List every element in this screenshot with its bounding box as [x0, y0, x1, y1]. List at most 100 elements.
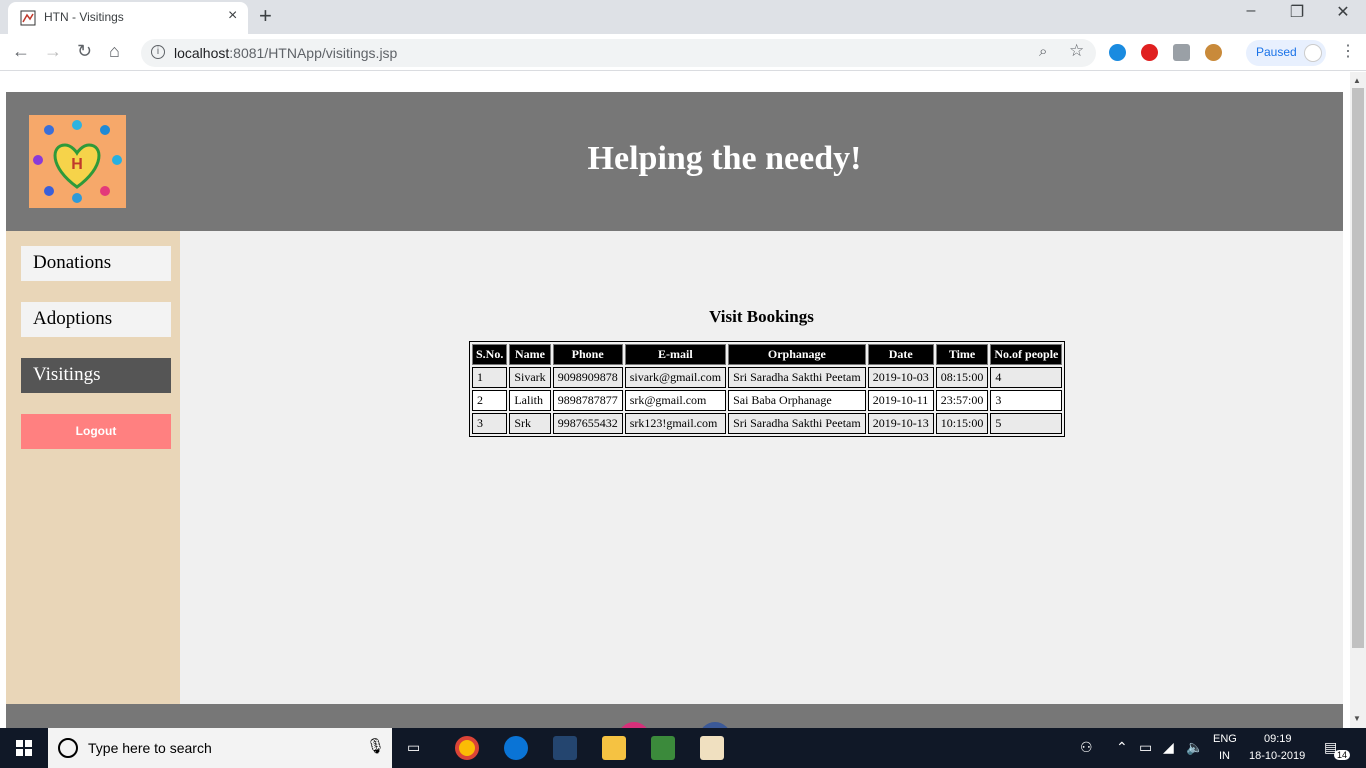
- people-icon[interactable]: ⚇: [1080, 739, 1093, 756]
- scroll-up-icon[interactable]: ▲: [1353, 76, 1361, 85]
- table-row: 2 Lalith 9898787877 srk@gmail.com Sai Ba…: [472, 390, 1063, 411]
- table-cell: 2019-10-11: [867, 390, 934, 411]
- table-cell: 2019-10-13: [867, 413, 934, 434]
- visit-bookings-table: S.No. Name Phone E-mail Orphanage Date T…: [469, 341, 1066, 437]
- table-cell: 1: [472, 367, 508, 388]
- table-cell: 08:15:00: [935, 367, 989, 388]
- column-header: Orphanage: [728, 344, 866, 365]
- site-title: Helping the needy!: [587, 140, 862, 177]
- tab-title: HTN - Visitings: [44, 10, 124, 24]
- cookie-extension-icon[interactable]: [1205, 44, 1222, 61]
- column-header: No.of people: [990, 344, 1063, 365]
- reload-icon[interactable]: ↻: [77, 41, 92, 62]
- table-cell: Sri Saradha Sakthi Peetam: [728, 413, 866, 434]
- minimize-icon[interactable]: –: [1228, 2, 1274, 20]
- table-cell: Sri Saradha Sakthi Peetam: [728, 367, 866, 388]
- cortana-icon: [58, 738, 78, 758]
- back-icon[interactable]: ←: [12, 41, 30, 62]
- url-path: :8081/HTNApp/visitings.jsp: [229, 45, 398, 61]
- taskbar: Type here to search 🎙 ▭ ⚇ ⌃ ▭ ◢ 🔈 ENG IN…: [0, 728, 1366, 768]
- table-cell: 3: [990, 390, 1063, 411]
- tray-chevron-icon[interactable]: ⌃: [1116, 739, 1128, 756]
- scroll-thumb[interactable]: [1352, 88, 1364, 648]
- site-info-icon[interactable]: i: [151, 45, 165, 59]
- column-header: E-mail: [624, 344, 727, 365]
- sidebar: Donations Adoptions Visitings Logout: [6, 231, 180, 704]
- column-header: Name: [509, 344, 551, 365]
- table-cell: 10:15:00: [935, 413, 989, 434]
- table-cell: Lalith: [509, 390, 551, 411]
- browser-tab[interactable]: HTN - Visitings ×: [8, 2, 248, 34]
- chrome-taskbar-icon[interactable]: [455, 736, 479, 760]
- browser-toolbar: ← → ↻ ⌂ i localhost:8081/HTNApp/visiting…: [0, 34, 1366, 71]
- table-cell: 3: [472, 413, 508, 434]
- table-cell: srk123!gmail.com: [624, 413, 727, 434]
- language-code[interactable]: ENG: [1213, 733, 1237, 745]
- skype-extension-icon[interactable]: [1109, 44, 1126, 61]
- column-header: Time: [935, 344, 989, 365]
- battery-icon[interactable]: ▭: [1139, 739, 1152, 756]
- home-icon[interactable]: ⌂: [109, 41, 120, 62]
- table-cell: 4: [990, 367, 1063, 388]
- sidebar-item-adoptions[interactable]: Adoptions: [21, 302, 171, 337]
- site-favicon-icon: [20, 10, 36, 26]
- table-cell: Sai Baba Orphanage: [728, 390, 866, 411]
- new-tab-icon[interactable]: +: [259, 3, 272, 29]
- column-header: Date: [867, 344, 934, 365]
- volume-icon[interactable]: 🔈: [1186, 739, 1203, 756]
- tab-strip: HTN - Visitings × + – ❐ ✕: [0, 0, 1366, 34]
- column-header: S.No.: [472, 344, 508, 365]
- table-cell: 2: [472, 390, 508, 411]
- table-cell: Srk: [509, 413, 551, 434]
- address-bar[interactable]: i localhost:8081/HTNApp/visitings.jsp ⌕ …: [141, 39, 1096, 67]
- forward-icon[interactable]: →: [44, 41, 62, 62]
- table-cell: 5: [990, 413, 1063, 434]
- table-cell: 9898787877: [552, 390, 623, 411]
- main-content: Visit Bookings S.No. Name Phone E-mail O…: [180, 231, 1343, 704]
- table-cell: srk@gmail.com: [624, 390, 727, 411]
- profile-paused-button[interactable]: Paused: [1246, 40, 1326, 66]
- sidebar-item-donations[interactable]: Donations: [21, 246, 171, 281]
- restore-icon[interactable]: ❐: [1274, 2, 1320, 22]
- mysql-taskbar-icon[interactable]: [553, 736, 577, 760]
- table-row: 3 Srk 9987655432 srk123!gmail.com Sri Sa…: [472, 413, 1063, 434]
- table-header-row: S.No. Name Phone E-mail Orphanage Date T…: [472, 344, 1063, 365]
- site-header: H Helping the needy!: [6, 92, 1343, 231]
- cube-extension-icon[interactable]: [1173, 44, 1190, 61]
- site-footer: [6, 704, 1343, 728]
- edge-taskbar-icon[interactable]: [504, 736, 528, 760]
- page-scrollbar[interactable]: ▲ ▼: [1350, 72, 1366, 728]
- wifi-icon[interactable]: ◢: [1163, 739, 1174, 756]
- sidebar-item-visitings[interactable]: Visitings: [21, 358, 171, 393]
- bookmark-star-icon[interactable]: ☆: [1069, 41, 1084, 61]
- taskbar-search-box[interactable]: Type here to search 🎙: [48, 728, 392, 768]
- notification-count-badge: 14: [1334, 750, 1351, 760]
- table-row: 1 Sivark 9098909878 sivark@gmail.com Sri…: [472, 367, 1063, 388]
- htn-app-taskbar-icon[interactable]: [700, 736, 724, 760]
- tab-close-icon[interactable]: ×: [228, 7, 237, 25]
- table-cell: 23:57:00: [935, 390, 989, 411]
- clock-date[interactable]: 18-10-2019: [1249, 750, 1305, 762]
- clock-time[interactable]: 09:19: [1264, 733, 1292, 745]
- windows-start-icon[interactable]: [16, 740, 32, 756]
- browser-menu-icon[interactable]: ⋮: [1340, 41, 1356, 61]
- zoom-icon[interactable]: ⌕: [1039, 43, 1047, 60]
- task-view-icon[interactable]: ▭: [407, 739, 420, 756]
- language-region[interactable]: IN: [1219, 750, 1230, 762]
- table-cell: 9098909878: [552, 367, 623, 388]
- avatar: [1304, 44, 1322, 62]
- file-explorer-taskbar-icon[interactable]: [602, 736, 626, 760]
- table-cell: Sivark: [509, 367, 551, 388]
- table-cell: sivark@gmail.com: [624, 367, 727, 388]
- scroll-down-icon[interactable]: ▼: [1353, 714, 1361, 723]
- page-title: Visit Bookings: [709, 307, 814, 326]
- window-close-icon[interactable]: ✕: [1320, 2, 1366, 22]
- table-cell: 2019-10-03: [867, 367, 934, 388]
- microphone-icon[interactable]: 🎙: [366, 737, 385, 755]
- url-host: localhost: [174, 45, 230, 61]
- logout-button[interactable]: Logout: [21, 414, 171, 449]
- notepad-plus-taskbar-icon[interactable]: [651, 736, 675, 760]
- url-text[interactable]: localhost:8081/HTNApp/visitings.jsp: [174, 45, 397, 61]
- page-viewport: H Helping the needy! Donations Adoptions…: [0, 72, 1350, 728]
- adblock-extension-icon[interactable]: [1141, 44, 1158, 61]
